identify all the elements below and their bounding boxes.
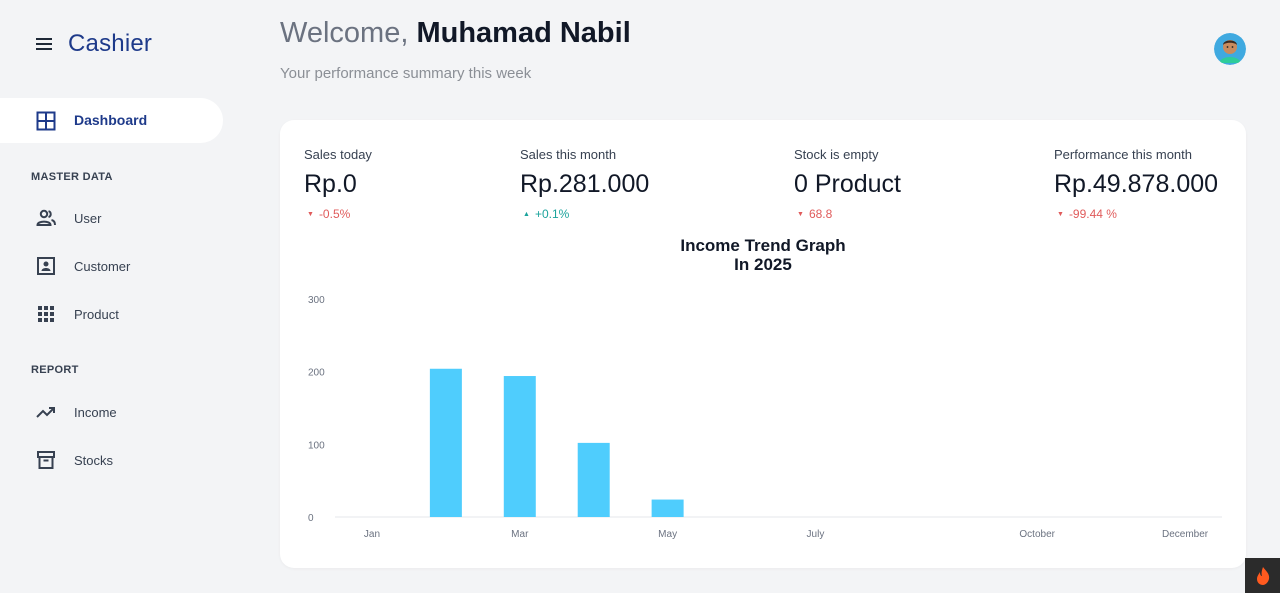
contact-card-icon <box>36 256 56 276</box>
caret-down-icon: ▼ <box>307 210 314 218</box>
stat-label: Stock is empty <box>794 147 879 162</box>
brand: Cashier <box>34 30 152 58</box>
chart-title: Income Trend Graph In 2025 <box>280 236 1246 274</box>
page-title: Welcome, Muhamad Nabil <box>280 17 631 50</box>
stat-value: Rp.281.000 <box>520 170 650 198</box>
income-bar-chart: 0 100 200 300 Jan Mar May July October December <box>308 295 1222 540</box>
x-tick-label: Mar <box>511 529 529 540</box>
stat-change: ▼ -0.5% <box>304 207 372 221</box>
y-tick-label: 200 <box>308 368 325 379</box>
x-tick-label: Jan <box>364 529 380 540</box>
hamburger-menu-icon[interactable] <box>34 34 54 54</box>
sidebar: Cashier Dashboard MASTER DATA User Custo… <box>0 0 240 593</box>
corner-badge[interactable] <box>1245 558 1280 593</box>
sidebar-item-income[interactable]: Income <box>0 394 223 430</box>
stat-change-value: +0.1% <box>534 207 570 221</box>
stat-value: 0 Product <box>794 170 902 198</box>
sidebar-item-label: Product <box>74 307 119 322</box>
bar-mar[interactable] <box>503 376 536 517</box>
caret-down-icon: ▼ <box>797 210 804 218</box>
stat-value: Rp.0 <box>304 170 357 198</box>
apps-grid-icon <box>36 304 56 324</box>
x-tick-label: May <box>658 529 677 540</box>
page-subtitle: Your performance summary this week <box>280 65 532 82</box>
stat-sales-today: Sales today Rp.0 ▼ -0.5% <box>304 147 372 221</box>
y-tick-label: 0 <box>308 513 314 524</box>
bar-apr[interactable] <box>577 442 610 517</box>
stat-label: Sales this month <box>520 147 617 162</box>
x-tick-label: October <box>1019 529 1055 540</box>
stat-label: Sales today <box>304 147 372 162</box>
caret-up-icon: ▲ <box>523 210 530 218</box>
stat-value: Rp.49.878.000 <box>1054 170 1219 198</box>
x-tick-label: July <box>807 529 825 540</box>
sidebar-item-user[interactable]: User <box>0 200 223 236</box>
stat-performance-month: Performance this month Rp.49.878.000 ▼ -9… <box>1054 147 1218 221</box>
caret-down-icon: ▼ <box>1057 210 1064 218</box>
sidebar-item-customer[interactable]: Customer <box>0 248 223 284</box>
stat-label: Performance this month <box>1054 147 1193 162</box>
bar-feb[interactable] <box>429 368 462 517</box>
section-title-master-data: MASTER DATA <box>31 171 113 183</box>
sidebar-item-label: Stocks <box>74 453 114 468</box>
sidebar-item-label: Income <box>74 405 117 420</box>
stat-change: ▼ -99.44 % <box>1054 207 1218 221</box>
trending-up-icon <box>36 402 56 422</box>
user-avatar-icon <box>1214 33 1246 65</box>
welcome-prefix: Welcome, <box>280 17 417 49</box>
chart-title-line2: In 2025 <box>734 255 792 274</box>
user-name: Muhamad Nabil <box>416 17 631 49</box>
stat-sales-month: Sales this month Rp.281.000 ▲ +0.1% <box>520 147 649 221</box>
stat-change-value: 68.8 <box>808 207 833 221</box>
bar-may[interactable] <box>651 499 684 517</box>
y-tick-label: 300 <box>308 295 325 306</box>
app-title: Cashier <box>68 30 153 57</box>
archive-box-icon <box>36 450 56 470</box>
stat-change: ▼ 68.8 <box>794 207 901 221</box>
sidebar-item-label: Dashboard <box>74 112 148 128</box>
summary-card: Sales today Rp.0 ▼ -0.5% Sales this month… <box>280 120 1246 568</box>
chart-title-line1: Income Trend Graph <box>680 236 846 255</box>
stat-stock-empty: Stock is empty 0 Product ▼ 68.8 <box>794 147 901 221</box>
sidebar-item-dashboard[interactable]: Dashboard <box>0 98 223 143</box>
users-icon <box>36 208 56 228</box>
stat-change-value: -0.5% <box>318 207 351 221</box>
y-tick-label: 100 <box>308 440 325 451</box>
x-tick-label: December <box>1162 529 1209 540</box>
dashboard-grid-icon <box>36 111 56 131</box>
avatar[interactable] <box>1214 33 1246 65</box>
stat-change: ▲ +0.1% <box>520 207 649 221</box>
flame-icon <box>1256 566 1269 585</box>
sidebar-item-label: User <box>74 211 102 226</box>
sidebar-item-label: Customer <box>74 259 131 274</box>
sidebar-item-product[interactable]: Product <box>0 296 223 332</box>
section-title-report: REPORT <box>31 364 79 376</box>
stat-change-value: -99.44 % <box>1068 207 1117 221</box>
sidebar-item-stocks[interactable]: Stocks <box>0 442 223 478</box>
